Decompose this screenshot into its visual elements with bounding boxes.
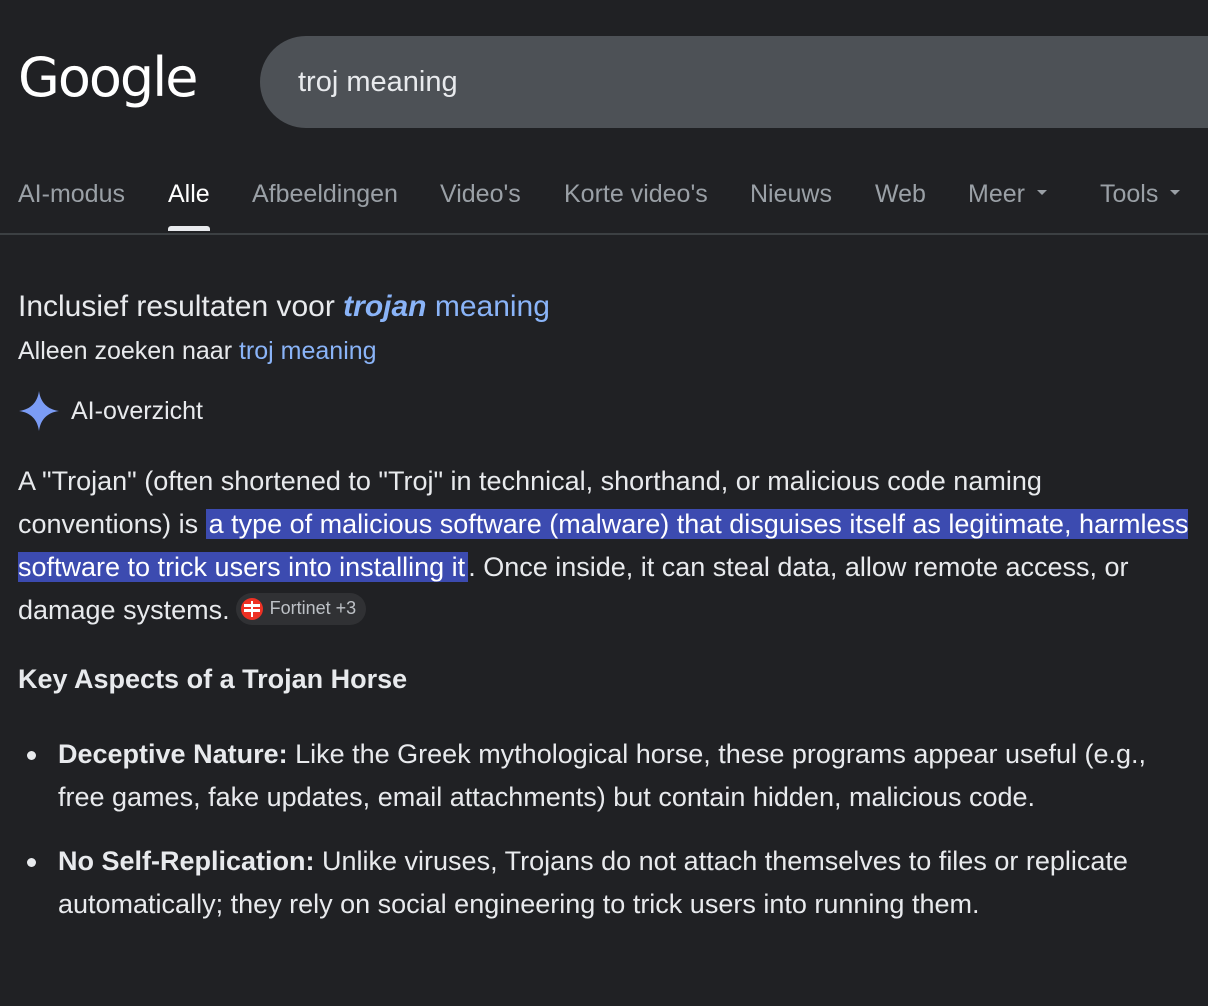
ai-overview-label: AI-overzicht xyxy=(71,396,203,425)
tab-videos[interactable]: Video's xyxy=(440,180,521,209)
tab-ai-mode[interactable]: AI-modus xyxy=(18,180,125,209)
list-item: No Self-Replication: Unlike viruses, Tro… xyxy=(18,840,1178,926)
chevron-down-icon xyxy=(1036,189,1047,195)
search-results-page: Google AI-modus Alle Afbeeldingen Video'… xyxy=(0,0,1208,1006)
source-chip-label: Fortinet +3 xyxy=(269,598,357,619)
tab-more-label: Meer xyxy=(968,180,1025,208)
search-only-prefix: Alleen zoeken naar xyxy=(18,337,239,365)
corrected-rest: meaning xyxy=(426,290,550,323)
ai-overview-answer: A "Trojan" (often shortened to "Troj" in… xyxy=(18,460,1198,632)
tab-web[interactable]: Web xyxy=(875,180,926,209)
search-tabs: AI-modus Alle Afbeeldingen Video's Korte… xyxy=(0,158,1208,235)
search-only-row: Alleen zoeken naar troj meaning xyxy=(18,337,377,366)
tab-short-videos[interactable]: Korte video's xyxy=(564,180,708,209)
original-query-link[interactable]: troj meaning xyxy=(239,337,377,365)
ai-overview-header: AI-overzicht xyxy=(18,390,203,432)
bullet-title: No Self-Replication: xyxy=(58,846,315,876)
list-item: Deceptive Nature: Like the Greek mytholo… xyxy=(18,733,1178,819)
tab-tools[interactable]: Tools xyxy=(1100,180,1181,209)
tab-all[interactable]: Alle xyxy=(168,180,210,209)
spelling-correction: Inclusief resultaten voor trojan meaning xyxy=(18,290,550,324)
tab-news[interactable]: Nieuws xyxy=(750,180,832,209)
bullet-title: Deceptive Nature: xyxy=(58,739,288,769)
corrected-word: trojan xyxy=(343,290,427,323)
search-box[interactable] xyxy=(260,36,1208,128)
source-chip[interactable]: Fortinet +3 xyxy=(235,592,367,625)
key-aspects-heading: Key Aspects of a Trojan Horse xyxy=(18,664,408,694)
tab-tools-label: Tools xyxy=(1100,180,1159,208)
corrected-query-link[interactable]: trojan meaning xyxy=(343,290,550,323)
fortinet-logo-icon xyxy=(240,597,263,620)
key-aspects-list: Deceptive Nature: Like the Greek mytholo… xyxy=(18,733,1178,947)
active-tab-indicator xyxy=(168,226,210,231)
sparkle-icon xyxy=(19,391,59,431)
tab-images[interactable]: Afbeeldingen xyxy=(252,180,398,209)
search-input[interactable] xyxy=(298,36,1198,128)
google-logo[interactable]: Google xyxy=(18,46,198,110)
chevron-down-icon xyxy=(1170,189,1181,195)
tab-more[interactable]: Meer xyxy=(968,180,1047,209)
spelling-prefix: Inclusief resultaten voor xyxy=(18,290,344,323)
